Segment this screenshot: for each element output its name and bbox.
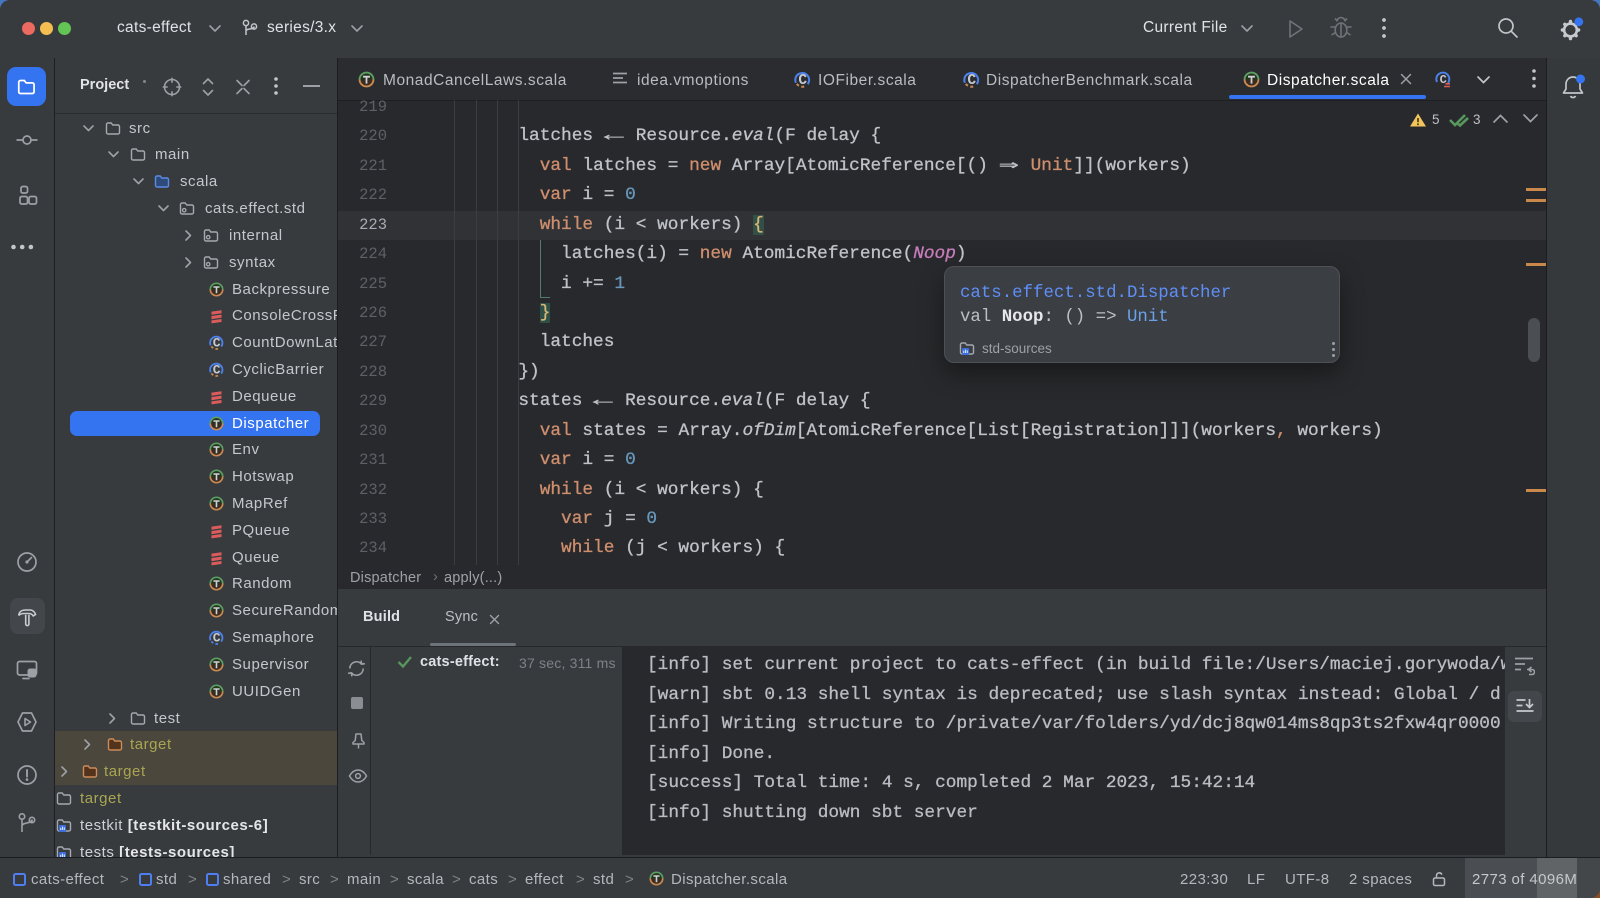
svg-text:C: C [1440,73,1447,87]
